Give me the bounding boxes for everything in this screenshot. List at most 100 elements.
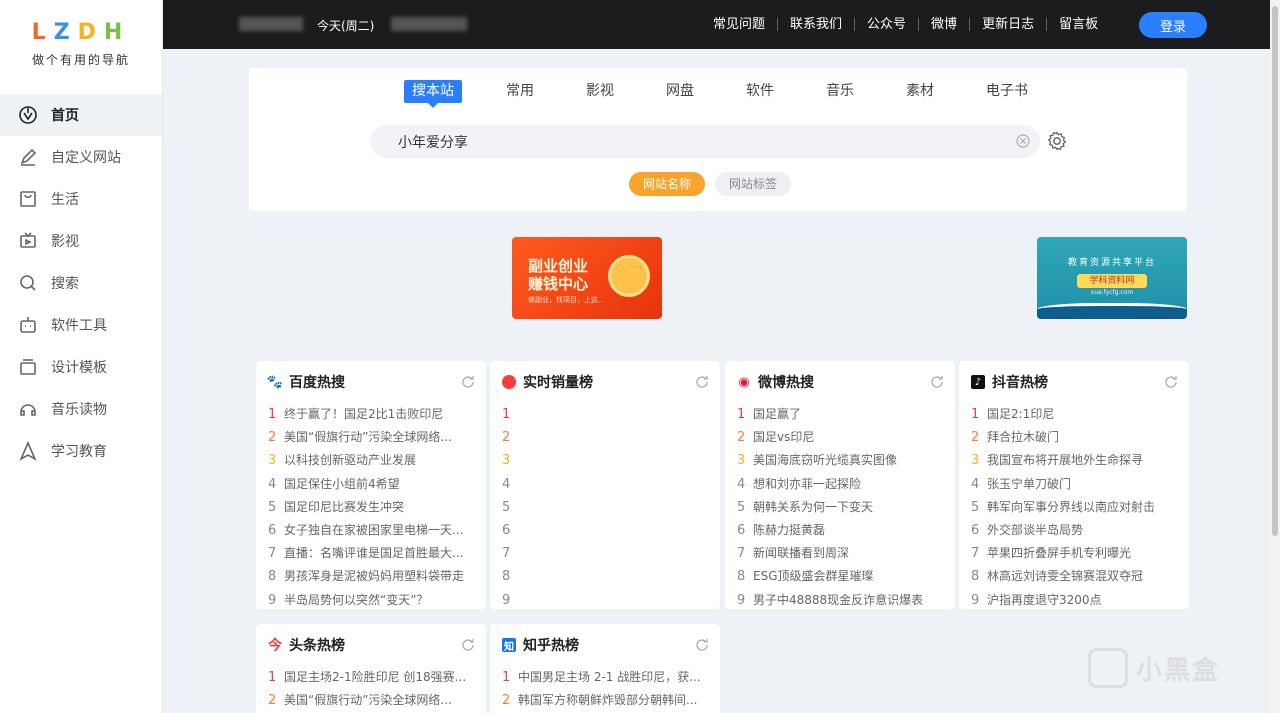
list-item[interactable]: 4 国足保住小组前4希望: [268, 473, 486, 496]
scrollbar-thumb[interactable]: [1272, 6, 1278, 536]
refresh-icon[interactable]: [929, 374, 945, 390]
list-item[interactable]: 5 韩军向军事分界线以南应对射击: [971, 496, 1189, 519]
top-link-changelog[interactable]: 更新日志: [970, 18, 1048, 31]
top-link-faq[interactable]: 常见问题: [701, 18, 779, 31]
tab-common[interactable]: 常用: [498, 80, 542, 103]
logo-mark: LZDH: [0, 20, 162, 45]
top-link-guestbook[interactable]: 留言板: [1047, 18, 1110, 31]
list-item[interactable]: 2 拜合拉木破门: [971, 426, 1189, 449]
card-toutiao-hot: 今 头条热榜 1 国足主场2-1险胜印尼 创18强赛... 2 美国“假旗行动”污染…: [256, 624, 486, 713]
tv-icon: [18, 231, 38, 251]
list-item[interactable]: 4 想和刘亦菲一起探险: [737, 473, 955, 496]
rank-number: 2: [502, 693, 511, 709]
top-link-contact[interactable]: 联系我们: [778, 18, 856, 31]
rank-number: 7: [502, 546, 511, 562]
sidebar-item-music-reading[interactable]: 音乐读物: [0, 388, 162, 430]
logo-letter: Z: [53, 20, 78, 45]
sidebar-item-video[interactable]: 影视: [0, 220, 162, 262]
top-link-weibo[interactable]: 微博: [919, 18, 971, 31]
search-panel: 搜本站 常用 影视 网盘 软件 音乐 素材 电子书 网站名称 网站标签: [249, 68, 1187, 211]
list-item[interactable]: 9 半岛局势何以突然“变天”？: [268, 589, 486, 612]
list-item[interactable]: 7 苹果四折叠屏手机专利曝光: [971, 542, 1189, 565]
refresh-icon[interactable]: [694, 637, 710, 653]
list-item[interactable]: 8 男孩浑身是泥被妈妈用塑料袋带走: [268, 565, 486, 588]
list-item[interactable]: 5 国足印尼比赛发生冲突: [268, 496, 486, 519]
sub-tab-site-name[interactable]: 网站名称: [629, 172, 706, 196]
list-item[interactable]: 1 国足赢了: [737, 403, 955, 426]
banner-subtitle: 做副业，找项目，上这...: [528, 296, 605, 304]
tab-software[interactable]: 软件: [738, 80, 782, 103]
banner-education-resources[interactable]: 教育资源共享平台 学科资料网 xue.fycfg.com: [1037, 237, 1187, 319]
list-item[interactable]: 8 林高远刘诗雯全锦赛混双夺冠: [971, 565, 1189, 588]
gear-icon[interactable]: [1046, 130, 1068, 152]
list-item[interactable]: 6: [502, 519, 720, 542]
banner-side-business[interactable]: 副业创业 赚钱中心 做副业，找项目，上这...: [512, 237, 662, 319]
list-item[interactable]: 3 以科技创新驱动产业发展: [268, 449, 486, 472]
list-item[interactable]: 1: [502, 403, 720, 426]
list-item[interactable]: 2: [502, 426, 720, 449]
list-item[interactable]: 3 美国海底窃听光缆真实图像: [737, 449, 955, 472]
list-item[interactable]: 7: [502, 542, 720, 565]
list-item[interactable]: 3: [502, 449, 720, 472]
item-text: 美国“假旗行动”污染全球网络...: [284, 430, 452, 445]
refresh-icon[interactable]: [694, 374, 710, 390]
sidebar-item-custom-sites[interactable]: 自定义网站: [0, 136, 162, 178]
list-item[interactable]: 8: [502, 565, 720, 588]
site-logo[interactable]: LZDH 做个有用的导航: [0, 0, 162, 94]
top-links: 常见问题 联系我们 公众号 微博 更新日志 留言板: [701, 0, 1110, 49]
list-item[interactable]: 1 中国男足主场 2-1 战胜印尼，获...: [502, 666, 720, 689]
list-item[interactable]: 5 朝韩关系为何一下变天: [737, 496, 955, 519]
item-text: 拜合拉木破门: [987, 430, 1060, 445]
tab-ebooks[interactable]: 电子书: [978, 80, 1036, 103]
clear-icon[interactable]: [1016, 134, 1030, 148]
sidebar-item-design-templates[interactable]: 设计模板: [0, 346, 162, 388]
sub-tab-site-tags[interactable]: 网站标签: [715, 172, 792, 196]
list-item[interactable]: 2 国足vs印尼: [737, 426, 955, 449]
list-item[interactable]: 1 终于赢了！国足2比1击败印尼: [268, 403, 486, 426]
sidebar-item-software-tools[interactable]: 软件工具: [0, 304, 162, 346]
sidebar-item-search[interactable]: 搜索: [0, 262, 162, 304]
list-item[interactable]: 4 张玉宁单刀破门: [971, 473, 1189, 496]
list-item[interactable]: 3 我国宣布将开展地外生命探寻: [971, 449, 1189, 472]
list-item[interactable]: 6 女子独自在家被困家里电梯一天...: [268, 519, 486, 542]
list-item[interactable]: 6 陈赫力挺黄磊: [737, 519, 955, 542]
tab-site-search[interactable]: 搜本站: [404, 80, 462, 108]
list-item[interactable]: 7 新闻联播看到周深: [737, 542, 955, 565]
refresh-icon[interactable]: [460, 374, 476, 390]
refresh-icon[interactable]: [1163, 374, 1179, 390]
home-icon: [18, 105, 38, 125]
watermark-text: 小黑盒: [1136, 655, 1221, 686]
sidebar-item-home[interactable]: 首页: [0, 94, 162, 136]
list-item[interactable]: 2 美国“假旗行动”污染全球网络...: [268, 426, 486, 449]
rank-number: 4: [737, 476, 746, 492]
list-item[interactable]: 7 直播：名嘴评谁是国足首胜最大...: [268, 542, 486, 565]
item-text: 我国宣布将开展地外生命探寻: [987, 453, 1144, 468]
vertical-scrollbar[interactable]: [1270, 0, 1280, 713]
wave-graphic: [1037, 303, 1187, 319]
list-item[interactable]: 2 韩国军方称朝鲜炸毁部分朝韩间...: [502, 689, 720, 712]
tab-video[interactable]: 影视: [578, 80, 622, 103]
top-link-wechat[interactable]: 公众号: [855, 18, 920, 31]
logo-letter: H: [103, 20, 131, 45]
list-item[interactable]: 6 外交部谈半岛局势: [971, 519, 1189, 542]
sidebar-item-learning[interactable]: 学习教育: [0, 430, 162, 472]
list-item[interactable]: 8 ESG顶级盛会群星璀璨: [737, 565, 955, 588]
tab-netdisk[interactable]: 网盘: [658, 80, 702, 103]
tab-music[interactable]: 音乐: [818, 80, 862, 103]
search-input[interactable]: [370, 125, 1040, 158]
tab-assets[interactable]: 素材: [898, 80, 942, 103]
list-item[interactable]: 4: [502, 473, 720, 496]
login-button[interactable]: 登录: [1139, 12, 1207, 38]
rank-number: 2: [737, 430, 746, 446]
list-item[interactable]: 9 沪指再度退守3200点: [971, 589, 1189, 612]
sidebar-item-life[interactable]: 生活: [0, 178, 162, 220]
list-item[interactable]: 2 美国“假旗行动”污染全球网络...: [268, 689, 486, 712]
list-item[interactable]: 1 国足2:1印尼: [971, 403, 1189, 426]
list-item[interactable]: 9 男子中48888现金反诈意识爆表: [737, 589, 955, 612]
list-item[interactable]: 5: [502, 496, 720, 519]
item-text: 陈赫力挺黄磊: [753, 522, 826, 537]
card-title: 微博热搜: [758, 375, 814, 391]
list-item[interactable]: 9: [502, 589, 720, 612]
refresh-icon[interactable]: [460, 637, 476, 653]
list-item[interactable]: 1 国足主场2-1险胜印尼 创18强赛...: [268, 666, 486, 689]
